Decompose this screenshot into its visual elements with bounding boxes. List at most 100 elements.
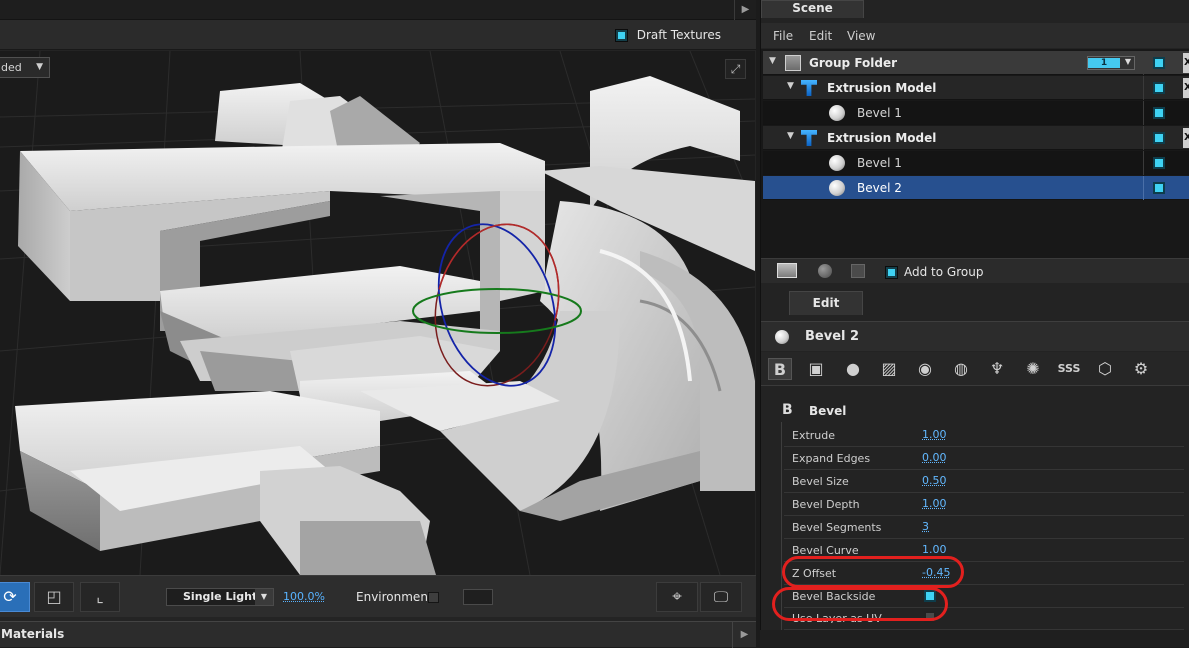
sss-tab-icon[interactable]: SSS	[1057, 358, 1081, 380]
axes-move-icon[interactable]: ⌞	[80, 582, 120, 612]
group-count-dropdown[interactable]: 1 ▼	[1087, 56, 1135, 70]
materials-title: Materials	[1, 627, 65, 641]
scene-footer-toolbar: Add to Group	[761, 258, 1189, 283]
close-icon[interactable]: X	[1183, 53, 1189, 73]
glass-tab-icon[interactable]: ♆	[985, 358, 1009, 380]
tree-item-label: Group Folder	[809, 56, 898, 70]
edit-item-title: Bevel 2	[805, 329, 860, 344]
menu-view[interactable]: View	[847, 29, 875, 43]
draft-textures-label: Draft Textures	[636, 28, 721, 42]
property-label: Bevel Segments	[792, 521, 882, 534]
column-divider	[1143, 126, 1144, 150]
close-icon[interactable]: X	[1183, 128, 1189, 148]
add-to-group-checkbox[interactable]	[886, 267, 897, 278]
expand-triangle-icon[interactable]: ▼	[787, 81, 794, 91]
collapse-arrow-icon[interactable]: ▶	[734, 0, 756, 20]
property-row-bevel-depth: Bevel Depth 1.00	[784, 493, 1184, 516]
viewport-panel: ▶ Draft Textures ded ▼ ⤢ ⟳ ◰ ⌞ Single Li…	[0, 0, 756, 648]
light-mode-dropdown[interactable]: Single Light ▼	[166, 588, 274, 606]
environment-label: Environment	[356, 590, 433, 604]
tree-row-bevel[interactable]: Bevel 1	[763, 101, 1189, 125]
environment-color-swatch[interactable]	[463, 589, 493, 605]
material-sphere-tab-icon[interactable]: ◉	[913, 358, 937, 380]
property-value[interactable]: 1.00	[922, 428, 947, 441]
image-tab-icon[interactable]: ▨	[877, 358, 901, 380]
light-mode-value: Single Light	[183, 590, 258, 603]
gear-icon[interactable]: ⚙	[1129, 358, 1153, 380]
expand-arrow-icon[interactable]: ▶	[732, 622, 756, 648]
sphere-icon	[829, 105, 845, 121]
visibility-checkbox[interactable]	[1153, 57, 1165, 69]
tab-scene[interactable]: Scene	[761, 0, 864, 18]
tree-item-label: Bevel 1	[857, 156, 902, 170]
tree-row-bevel[interactable]: Bevel 1	[763, 151, 1189, 175]
layout-view-icon[interactable]: ◰	[34, 582, 74, 612]
column-divider	[1143, 151, 1144, 175]
visibility-checkbox[interactable]	[1153, 107, 1165, 119]
visibility-checkbox[interactable]	[1153, 182, 1165, 194]
close-icon[interactable]: X	[1183, 78, 1189, 98]
property-label: Extrude	[792, 429, 836, 442]
property-value[interactable]: 0.50	[922, 474, 947, 487]
property-row-bevel-size: Bevel Size 0.50	[784, 470, 1184, 493]
edit-header: Bevel 2	[761, 321, 1189, 351]
zoom-value[interactable]: 100.0%	[283, 590, 325, 603]
expand-triangle-icon[interactable]: ▼	[769, 56, 776, 66]
scene-tree: ▼ Group Folder 1 ▼ X ▼ Extrusion Model X…	[761, 49, 1189, 259]
annotation-highlight-bevel-backside	[772, 587, 948, 621]
shapes-tab-icon[interactable]: ●	[841, 358, 865, 380]
mesh-tab-icon[interactable]: ⬡	[1093, 358, 1117, 380]
sphere-icon	[829, 155, 845, 171]
visibility-checkbox[interactable]	[1153, 132, 1165, 144]
materials-panel-header[interactable]: Materials ▶	[0, 621, 756, 648]
tree-row-group-folder[interactable]: ▼ Group Folder 1 ▼ X	[763, 51, 1189, 75]
new-material-icon[interactable]	[818, 264, 832, 278]
tree-row-extrusion-model[interactable]: ▼ Extrusion Model X	[763, 76, 1189, 100]
panel-footer	[760, 630, 1189, 647]
viewport-bottom-toolbar: ⟳ ◰ ⌞ Single Light ▼ 100.0% Environment …	[0, 575, 756, 617]
new-folder-icon[interactable]	[777, 263, 797, 278]
draft-textures-toggle[interactable]: Draft Textures	[615, 28, 721, 42]
shading-mode-dropdown[interactable]: ded ▼	[0, 57, 50, 78]
column-divider	[1143, 51, 1144, 75]
property-value[interactable]: 0.00	[922, 451, 947, 464]
fullscreen-icon[interactable]: ⤢	[725, 59, 746, 79]
menu-file[interactable]: File	[773, 29, 793, 43]
draft-textures-checkbox[interactable]	[615, 30, 627, 41]
column-divider	[1143, 176, 1144, 200]
group-count-value: 1	[1088, 58, 1120, 68]
visibility-checkbox[interactable]	[1153, 82, 1165, 94]
3d-viewport[interactable]	[0, 51, 755, 575]
property-row-bevel-segments: Bevel Segments 3	[784, 516, 1184, 539]
frame-tab-icon[interactable]: ▣	[804, 358, 828, 380]
viewport-top-bar: ▶	[0, 0, 756, 20]
lights-tab-icon[interactable]: ◍	[949, 358, 973, 380]
add-to-group-toggle[interactable]: Add to Group	[886, 265, 983, 279]
bevel-section-title: Bevel	[809, 404, 847, 418]
crosshair-target-icon[interactable]: ⌖	[656, 582, 698, 612]
visibility-checkbox[interactable]	[1153, 157, 1165, 169]
3d-scene[interactable]	[0, 51, 755, 575]
annotation-highlight-z-offset	[782, 556, 964, 588]
tree-row-extrusion-model[interactable]: ▼ Extrusion Model X	[763, 126, 1189, 150]
bevel-section-header: B Bevel	[779, 400, 1179, 422]
property-value[interactable]: 3	[922, 520, 929, 533]
tree-row-bevel-selected[interactable]: Bevel 2	[763, 176, 1189, 200]
chevron-down-icon: ▼	[255, 589, 273, 605]
expand-triangle-icon[interactable]: ▼	[787, 131, 794, 141]
new-model-icon[interactable]	[851, 264, 865, 278]
column-divider	[1143, 101, 1144, 125]
menu-edit[interactable]: Edit	[809, 29, 832, 43]
property-value[interactable]: 1.00	[922, 497, 947, 510]
monitor-icon[interactable]: 🖵	[700, 582, 742, 612]
environment-checkbox[interactable]	[428, 592, 439, 603]
bulb-tab-icon[interactable]: ✺	[1021, 358, 1045, 380]
extrusion-model-icon	[801, 130, 817, 146]
chevron-down-icon: ▼	[1124, 57, 1131, 66]
bevel-icon: B	[782, 402, 793, 418]
bevel-tab-icon[interactable]: B	[768, 358, 792, 380]
tab-edit[interactable]: Edit	[789, 291, 863, 315]
rotate-tool-icon[interactable]: ⟳	[0, 582, 30, 612]
property-value[interactable]: 1.00	[922, 543, 947, 556]
viewport-toolbar: Draft Textures	[0, 20, 756, 50]
